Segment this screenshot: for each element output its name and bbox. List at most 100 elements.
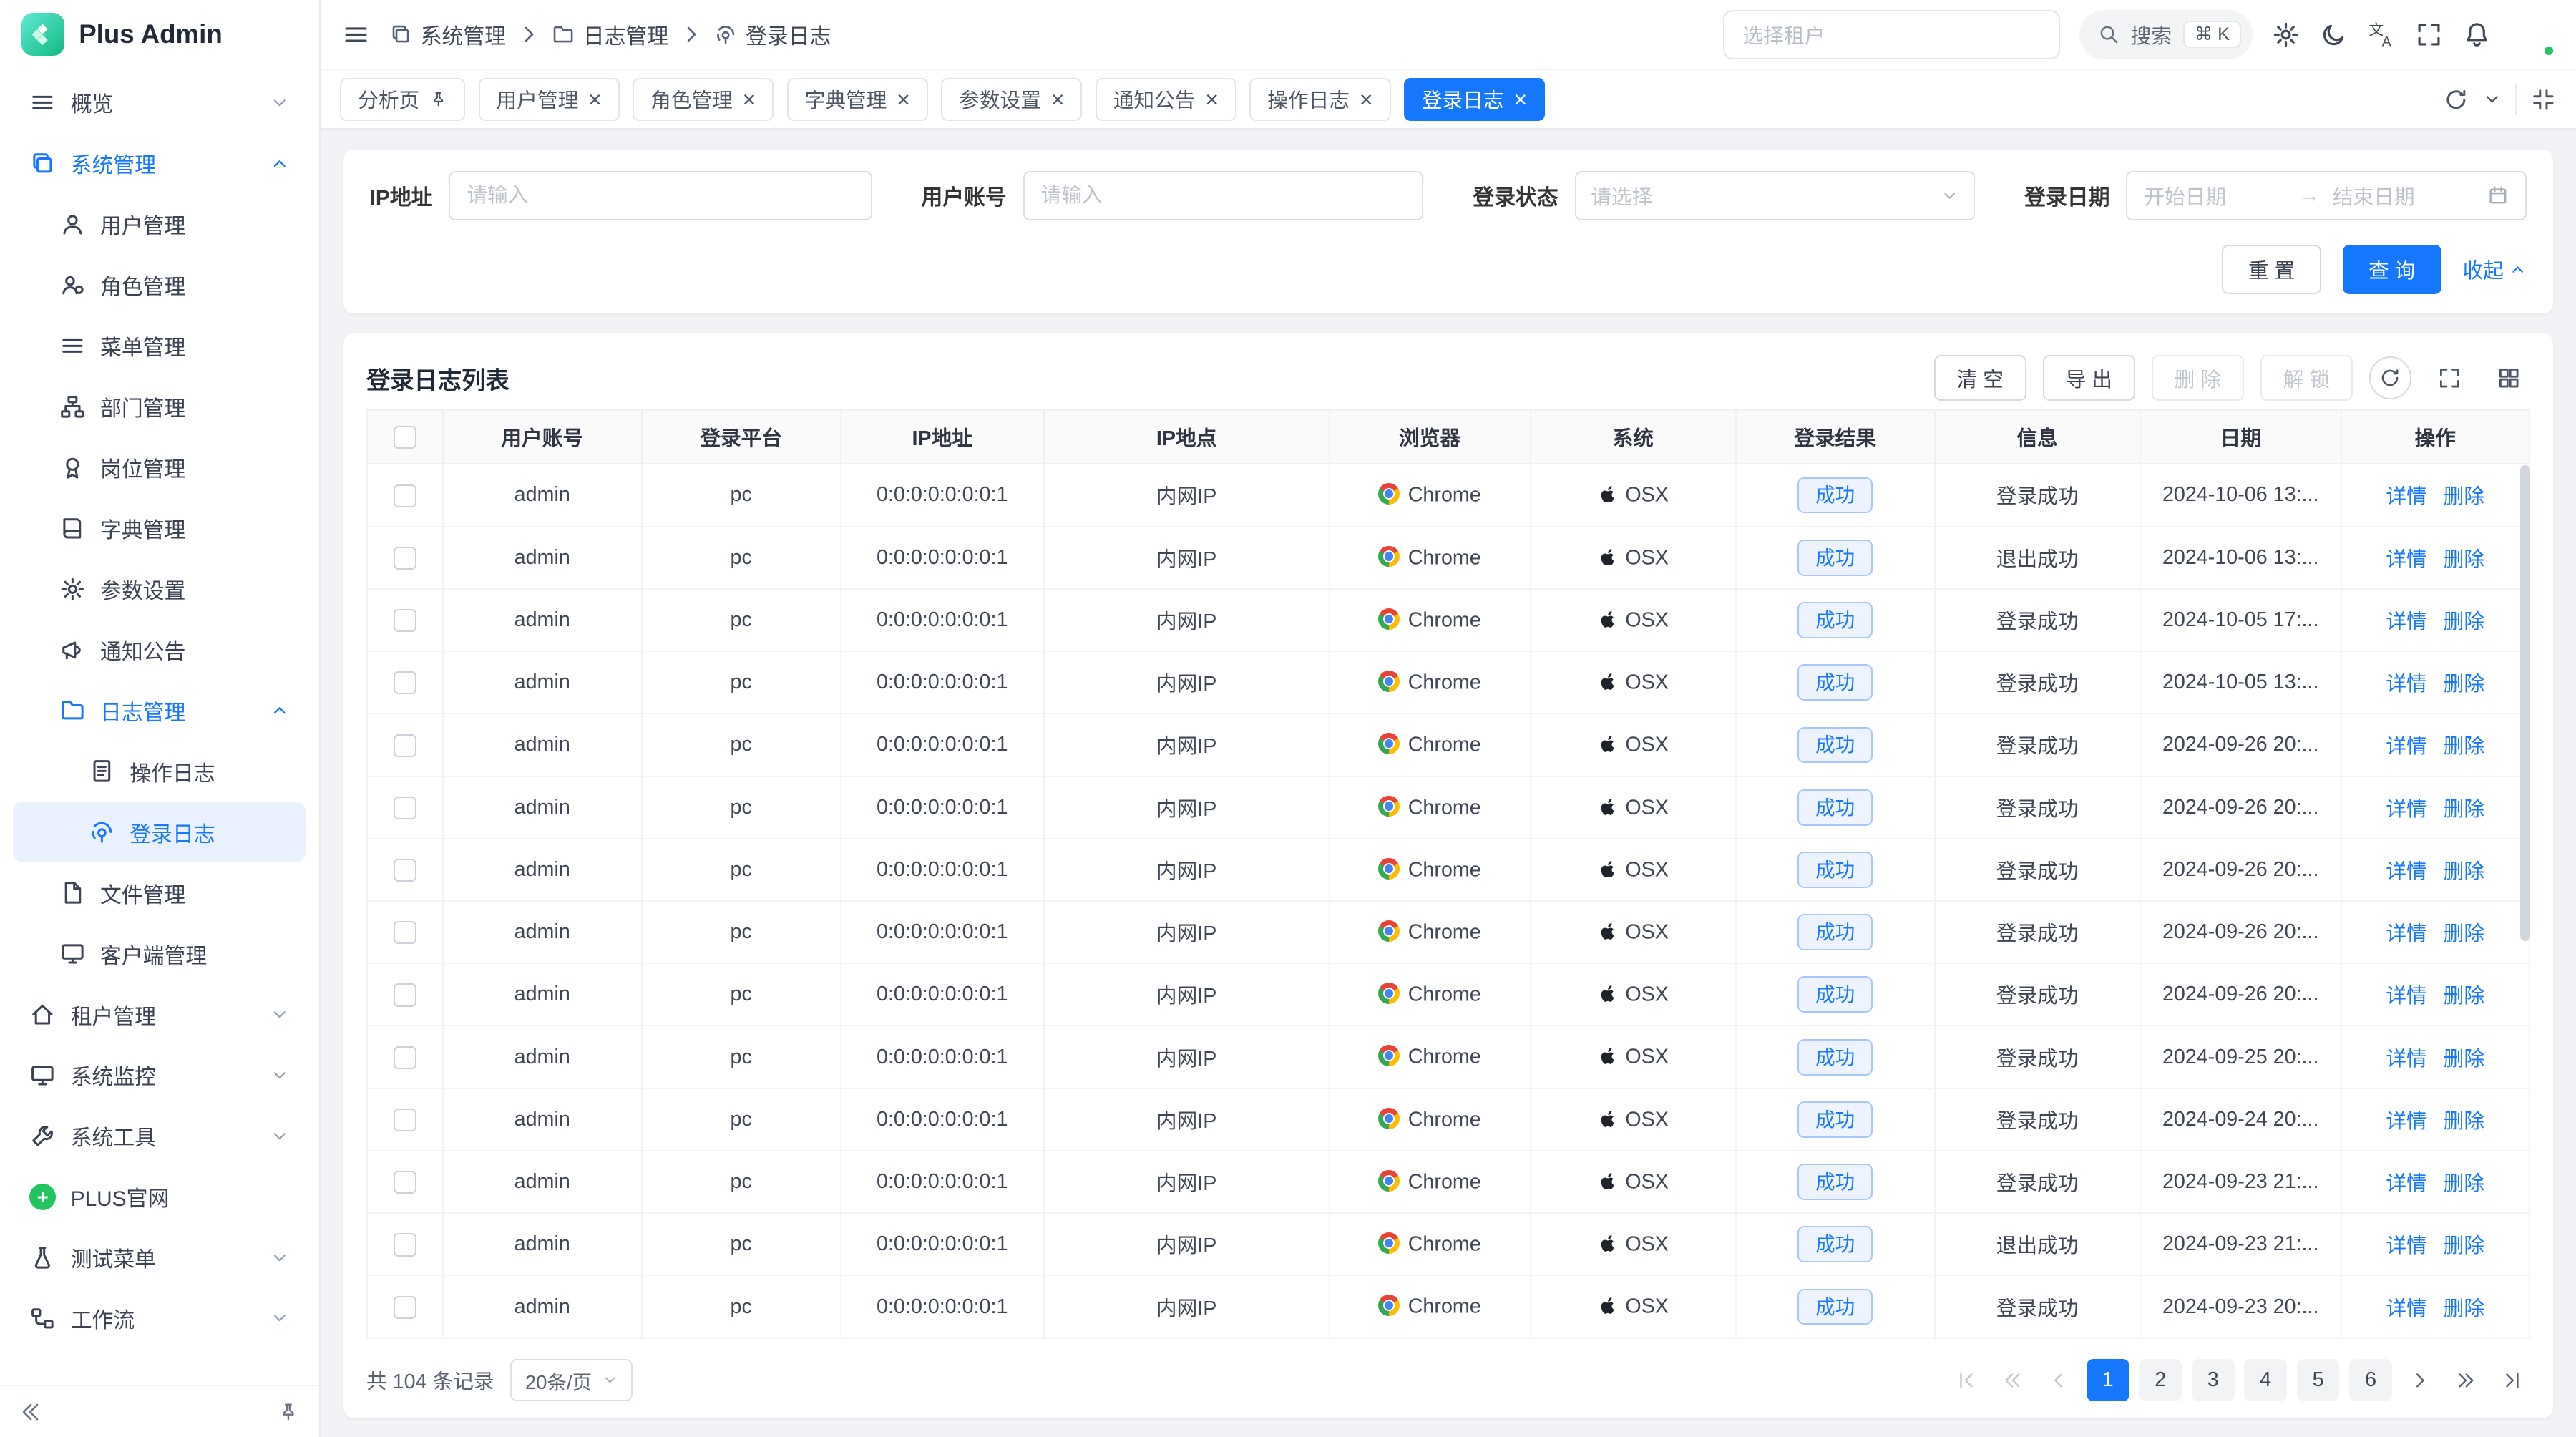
bell-icon[interactable] [2463,21,2491,49]
tab-用户管理[interactable]: 用户管理× [479,78,620,121]
collapse-filters-link[interactable]: 收起 [2463,255,2527,284]
moon-icon[interactable] [2320,21,2348,49]
delete-link[interactable]: 删除 [2444,922,2484,945]
next-page-button[interactable] [2402,1359,2439,1402]
close-icon[interactable]: × [1051,88,1065,111]
sidebar-item-test-menu[interactable]: 测试菜单 [13,1227,306,1288]
tab-登录日志[interactable]: 登录日志× [1404,78,1545,121]
collapse-sidebar-icon[interactable] [20,1401,43,1423]
sidebar-item-dict-management[interactable]: 字典管理 [13,498,306,559]
delete-link[interactable]: 删除 [2444,1297,2484,1320]
breadcrumb-item[interactable]: 系统管理 [389,19,506,50]
sidebar-item-system-management[interactable]: 系统管理 [13,133,306,194]
close-icon[interactable]: × [897,88,910,111]
search-button[interactable]: 搜索 ⌘ K [2079,10,2252,59]
detail-link[interactable]: 详情 [2386,1234,2426,1257]
page-button-6[interactable]: 6 [2349,1359,2392,1402]
row-checkbox[interactable] [394,1171,416,1194]
translate-icon[interactable]: 文A [2367,21,2395,49]
tab-操作日志[interactable]: 操作日志× [1249,78,1390,121]
account-input[interactable] [1023,171,1424,220]
date-range-picker[interactable]: 开始日期 → 结束日期 [2126,171,2527,220]
sidebar-item-department-management[interactable]: 部门管理 [13,376,306,437]
row-checkbox[interactable] [394,1109,416,1131]
refresh-tab-icon[interactable] [2443,87,2469,113]
page-button-2[interactable]: 2 [2139,1359,2182,1402]
reset-button[interactable]: 重 置 [2222,245,2321,294]
delete-link[interactable]: 删除 [2444,985,2484,1008]
detail-link[interactable]: 详情 [2386,922,2426,945]
page-size-select[interactable]: 20条/页 [510,1359,633,1402]
delete-button[interactable]: 删 除 [2152,355,2244,401]
delete-link[interactable]: 删除 [2444,735,2484,758]
sidebar-item-overview[interactable]: 概览 [13,72,306,133]
sidebar-item-file-management[interactable]: 文件管理 [13,862,306,923]
tab-分析页[interactable]: 分析页 [340,78,465,121]
breadcrumb-item[interactable]: 登录日志 [714,19,831,50]
sidebar-item-notice[interactable]: 通知公告 [13,619,306,680]
jump-forward-button[interactable] [2448,1359,2484,1402]
sidebar-item-post-management[interactable]: 岗位管理 [13,437,306,498]
close-icon[interactable]: × [743,88,756,111]
row-checkbox[interactable] [394,797,416,819]
sidebar-item-user-management[interactable]: 用户管理 [13,194,306,255]
refresh-icon[interactable] [2369,356,2412,399]
last-page-button[interactable] [2494,1359,2530,1402]
prev-page-button[interactable] [2041,1359,2077,1402]
close-icon[interactable]: × [1513,88,1527,111]
delete-link[interactable]: 删除 [2444,798,2484,821]
sidebar-item-login-log[interactable]: 登录日志 [13,802,306,862]
ip-input[interactable] [449,171,872,220]
detail-link[interactable]: 详情 [2386,610,2426,633]
page-button-5[interactable]: 5 [2297,1359,2340,1402]
close-icon[interactable]: × [1360,88,1373,111]
row-checkbox[interactable] [394,859,416,882]
sidebar-item-workflow[interactable]: 工作流 [13,1288,306,1349]
row-checkbox[interactable] [394,921,416,944]
detail-link[interactable]: 详情 [2386,860,2426,883]
tab-通知公告[interactable]: 通知公告× [1096,78,1236,121]
detail-link[interactable]: 详情 [2386,1172,2426,1195]
row-checkbox[interactable] [394,547,416,570]
status-select[interactable]: 请选择 [1575,171,1976,220]
delete-link[interactable]: 删除 [2444,1048,2484,1071]
sidebar-item-tenant-management[interactable]: 租户管理 [13,984,306,1045]
unlock-button[interactable]: 解 锁 [2260,355,2353,401]
delete-link[interactable]: 删除 [2444,673,2484,696]
sidebar-item-plus-site[interactable]: +PLUS官网 [13,1166,306,1227]
detail-link[interactable]: 详情 [2386,673,2426,696]
row-checkbox[interactable] [394,734,416,757]
delete-link[interactable]: 删除 [2444,610,2484,633]
page-button-1[interactable]: 1 [2087,1359,2129,1402]
table-fullscreen-icon[interactable] [2428,356,2471,399]
delete-link[interactable]: 删除 [2444,1234,2484,1257]
sidebar-item-role-management[interactable]: 角色管理 [13,255,306,316]
breadcrumb-item[interactable]: 日志管理 [552,19,668,50]
jump-backward-button[interactable] [1994,1359,2031,1402]
detail-link[interactable]: 详情 [2386,1110,2426,1133]
delete-link[interactable]: 删除 [2444,485,2484,508]
row-checkbox[interactable] [394,671,416,694]
delete-link[interactable]: 删除 [2444,548,2484,571]
tab-角色管理[interactable]: 角色管理× [633,78,774,121]
row-checkbox[interactable] [394,609,416,632]
close-icon[interactable]: × [1205,88,1219,111]
detail-link[interactable]: 详情 [2386,548,2426,571]
sidebar-item-client-management[interactable]: 客户端管理 [13,923,306,984]
detail-link[interactable]: 详情 [2386,1048,2426,1071]
sidebar-item-system-monitor[interactable]: 系统监控 [13,1045,306,1106]
detail-link[interactable]: 详情 [2386,798,2426,821]
row-checkbox[interactable] [394,1233,416,1256]
query-button[interactable]: 查 询 [2343,245,2441,294]
export-button[interactable]: 导 出 [2043,355,2135,401]
row-checkbox[interactable] [394,983,416,1006]
fullscreen-icon[interactable] [2415,21,2443,49]
first-page-button[interactable] [1948,1359,1985,1402]
select-all-checkbox[interactable] [394,426,416,449]
tab-参数设置[interactable]: 参数设置× [941,78,1082,121]
hamburger-icon[interactable] [342,21,370,49]
sidebar-item-param-settings[interactable]: 参数设置 [13,559,306,620]
delete-link[interactable]: 删除 [2444,860,2484,883]
fullscreen-exit-icon[interactable] [2530,87,2557,113]
sidebar-item-menu-management[interactable]: 菜单管理 [13,316,306,376]
